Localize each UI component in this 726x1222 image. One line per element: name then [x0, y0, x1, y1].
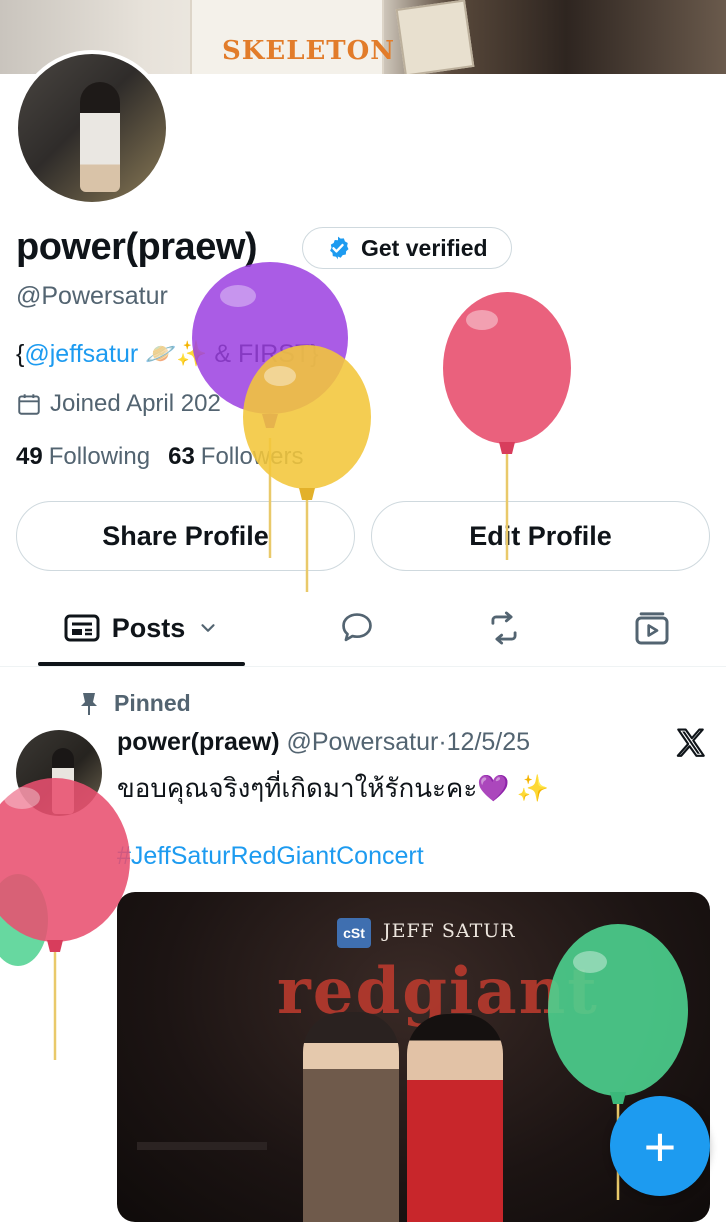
post-avatar-figure: [52, 748, 74, 814]
bio-mention-link[interactable]: @jeffsatur: [24, 340, 138, 368]
post-author-name[interactable]: power(praew): [117, 728, 280, 756]
media-icon: [632, 608, 672, 648]
media-table: [137, 1142, 267, 1150]
banner-shirt-text: SKELETON: [222, 36, 396, 66]
followers-count: 63: [168, 443, 195, 470]
reply-bubble-icon: [338, 609, 376, 647]
following-label: Following: [48, 443, 151, 470]
post-header: power(praew) @Powersatur·12/5/25: [117, 728, 530, 757]
media-person-right: [407, 1014, 503, 1222]
post-date[interactable]: 12/5/25: [447, 728, 530, 756]
media-brand-text: JEFF SATUR: [383, 920, 516, 942]
bio-emojis: 🪐✨: [145, 340, 208, 368]
feed-icon: [64, 613, 100, 643]
profile-handle: @Powersatur: [16, 282, 168, 310]
get-verified-label: Get verified: [361, 234, 488, 261]
bio-rest: & FIRST}: [207, 340, 319, 368]
followers-label: Followers: [200, 443, 304, 470]
pin-icon: [78, 691, 100, 717]
tab-posts-label: Posts: [111, 612, 186, 643]
media-logo: cSt: [337, 918, 371, 948]
tab-replies[interactable]: [322, 592, 392, 664]
avatar-figure: [80, 82, 120, 192]
pinned-indicator: Pinned: [78, 690, 191, 717]
tab-reposts[interactable]: [468, 592, 540, 664]
tab-posts[interactable]: Posts: [38, 592, 245, 664]
compose-fab-button[interactable]: +: [610, 1096, 710, 1196]
joined-text: Joined April 202: [50, 390, 221, 417]
profile-avatar[interactable]: [14, 50, 170, 206]
post-author-avatar[interactable]: [16, 730, 102, 816]
following-link[interactable]: 49 Following: [16, 443, 150, 471]
follow-stats: 49 Following 63 Followers: [16, 443, 304, 471]
tab-media[interactable]: [616, 592, 688, 664]
x-logo-icon[interactable]: [674, 726, 710, 762]
chevron-down-icon: [197, 617, 219, 639]
verified-badge-icon: [325, 235, 351, 261]
profile-bio: {@jeffsatur 🪐✨ & FIRST}: [16, 340, 319, 369]
joined-date: Joined April 202: [16, 390, 221, 418]
banner-shirt: SKELETON: [190, 0, 394, 74]
following-count: 49: [16, 443, 43, 470]
followers-link[interactable]: 63 Followers: [168, 443, 303, 471]
banner-photo-card: [395, 0, 475, 74]
post-text: ขอบคุณจริงๆที่เกิดมาให้รักนะคะ💜 ✨: [117, 773, 550, 803]
get-verified-button[interactable]: Get verified: [302, 227, 512, 269]
post-author-handle[interactable]: @Powersatur: [286, 728, 438, 756]
tab-active-indicator: [38, 662, 245, 666]
calendar-icon: [16, 391, 42, 417]
post-hashtag-link[interactable]: #JeffSaturRedGiantConcert: [117, 842, 424, 871]
edit-profile-button[interactable]: Edit Profile: [371, 501, 710, 571]
repost-icon: [483, 609, 525, 647]
display-name: power(praew): [16, 226, 258, 268]
share-profile-button[interactable]: Share Profile: [16, 501, 355, 571]
pinned-label: Pinned: [114, 690, 191, 716]
profile-tabs: Posts: [0, 592, 726, 667]
media-person-left: [303, 1012, 399, 1222]
post-separator: ·: [438, 728, 447, 756]
